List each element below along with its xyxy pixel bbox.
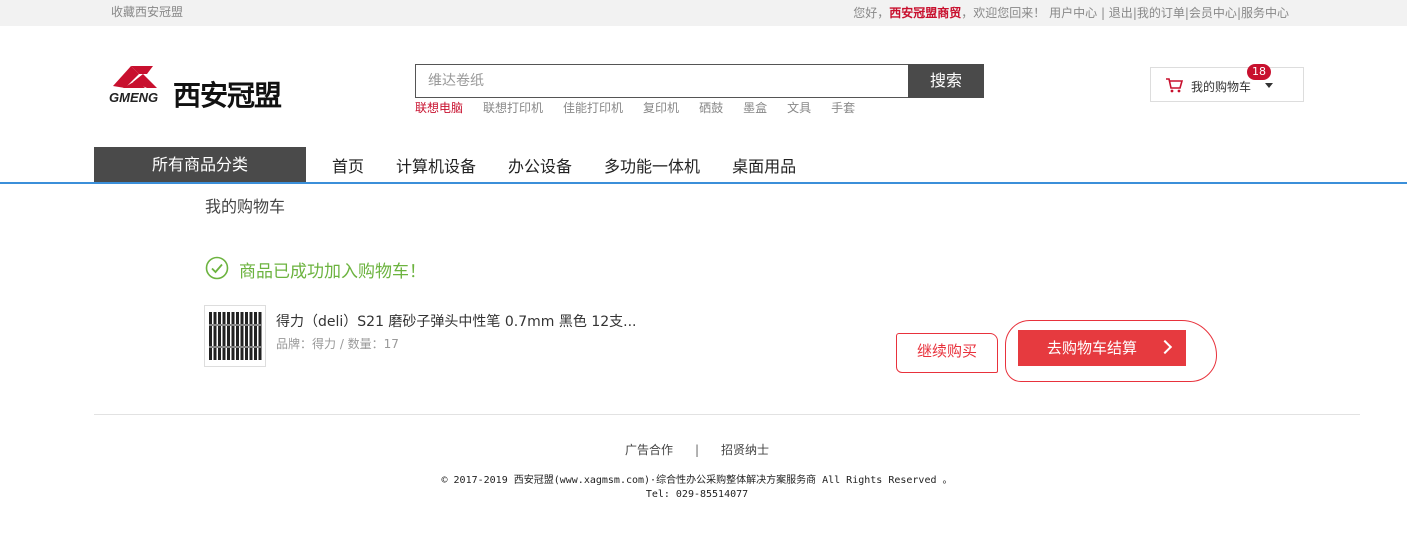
greeting-suffix: ，欢迎您回来！ (961, 6, 1046, 20)
product-name-link[interactable]: 得力（deli）S21 磨砂子弹头中性笔 0.7mm 黑色 12支... (276, 311, 637, 331)
search-input[interactable] (415, 64, 909, 98)
footer-divider (94, 414, 1360, 415)
success-message: 商品已成功加入购物车！ (239, 262, 426, 282)
search-button[interactable]: 搜索 (908, 64, 984, 98)
continue-shopping-button[interactable]: 继续购买 (896, 333, 998, 373)
all-categories-menu[interactable]: 所有商品分类 (94, 147, 306, 182)
footer-links: 广告合作 | 招贤纳士 (0, 441, 1394, 458)
search-bar: 搜索 (415, 64, 984, 98)
main-nav: 所有商品分类 首页 计算机设备 办公设备 多功能一体机 桌面用品 (0, 147, 1407, 184)
logo-text-en: GMENG (109, 90, 159, 105)
pens-image-icon (209, 312, 262, 360)
logout-link[interactable]: 退出 (1109, 6, 1133, 20)
chevron-right-icon (1157, 339, 1173, 355)
nav-links: 首页 计算机设备 办公设备 多功能一体机 桌面用品 (332, 153, 828, 177)
product-thumbnail[interactable] (204, 305, 266, 367)
hotword-link[interactable]: 手套 (831, 99, 855, 116)
service-center-link[interactable]: 服务中心 (1241, 6, 1289, 20)
hotword-link[interactable]: 佳能打印机 (563, 99, 623, 116)
hot-keywords: 联想电脑 联想打印机 佳能打印机 复印机 硒鼓 墨盒 文具 手套 (415, 99, 875, 116)
top-bar: 收藏西安冠盟 您好，西安冠盟商贸，欢迎您回来！ 用户中心 | 退出|我的订单|会… (0, 0, 1407, 26)
go-to-checkout-button[interactable]: 去购物车结算 (1018, 330, 1186, 366)
member-center-link[interactable]: 会员中心 (1189, 6, 1237, 20)
nav-home[interactable]: 首页 (332, 153, 364, 177)
user-greeting-bar: 您好，西安冠盟商贸，欢迎您回来！ 用户中心 | 退出|我的订单|会员中心|服务中… (853, 6, 1289, 20)
nav-multifunction[interactable]: 多功能一体机 (604, 153, 700, 177)
user-center-link[interactable]: 用户中心 (1049, 6, 1097, 20)
footer-ad-link[interactable]: 广告合作 (625, 443, 673, 457)
nav-underline (0, 182, 1407, 184)
logo-text-cn: 西安冠盟 (173, 79, 282, 112)
cart-button[interactable]: 我的购物车 18 (1150, 64, 1304, 102)
hotword-link[interactable]: 联想电脑 (415, 99, 463, 116)
nav-computer-equipment[interactable]: 计算机设备 (396, 153, 476, 177)
cart-count-badge: 18 (1247, 64, 1271, 80)
hotword-link[interactable]: 复印机 (643, 99, 679, 116)
hotword-link[interactable]: 文具 (787, 99, 811, 116)
nav-desktop-supplies[interactable]: 桌面用品 (732, 153, 796, 177)
cart-label: 我的购物车 (1191, 80, 1252, 94)
footer-separator: | (694, 443, 700, 457)
favorite-link[interactable]: 收藏西安冠盟 (111, 3, 183, 20)
page-title: 我的购物车 (205, 197, 286, 216)
hotword-link[interactable]: 联想打印机 (483, 99, 543, 116)
my-orders-link[interactable]: 我的订单 (1137, 6, 1185, 20)
checkout-label: 去购物车结算 (1047, 339, 1138, 357)
nav-office-equipment[interactable]: 办公设备 (508, 153, 572, 177)
hotword-link[interactable]: 硒鼓 (699, 99, 723, 116)
site-logo[interactable]: GMENG 西安冠盟 (109, 60, 294, 112)
footer-jobs-link[interactable]: 招贤纳士 (721, 443, 769, 457)
added-product: 得力（deli）S21 磨砂子弹头中性笔 0.7mm 黑色 12支... 品牌：… (204, 305, 844, 367)
copyright-text: © 2017-2019 西安冠盟(www.xagmsm.com)·综合性办公采购… (441, 475, 953, 486)
product-meta: 品牌：得力 / 数量：17 (276, 337, 399, 351)
check-circle-icon (205, 256, 229, 280)
chevron-down-icon (1265, 83, 1273, 88)
shopping-cart-icon (1166, 78, 1183, 93)
greeting-prefix: 您好， (853, 6, 890, 20)
telephone-text: Tel: 029-85514077 (645, 489, 749, 500)
hotword-link[interactable]: 墨盒 (743, 99, 767, 116)
merchant-name: 西安冠盟商贸 (889, 6, 962, 20)
